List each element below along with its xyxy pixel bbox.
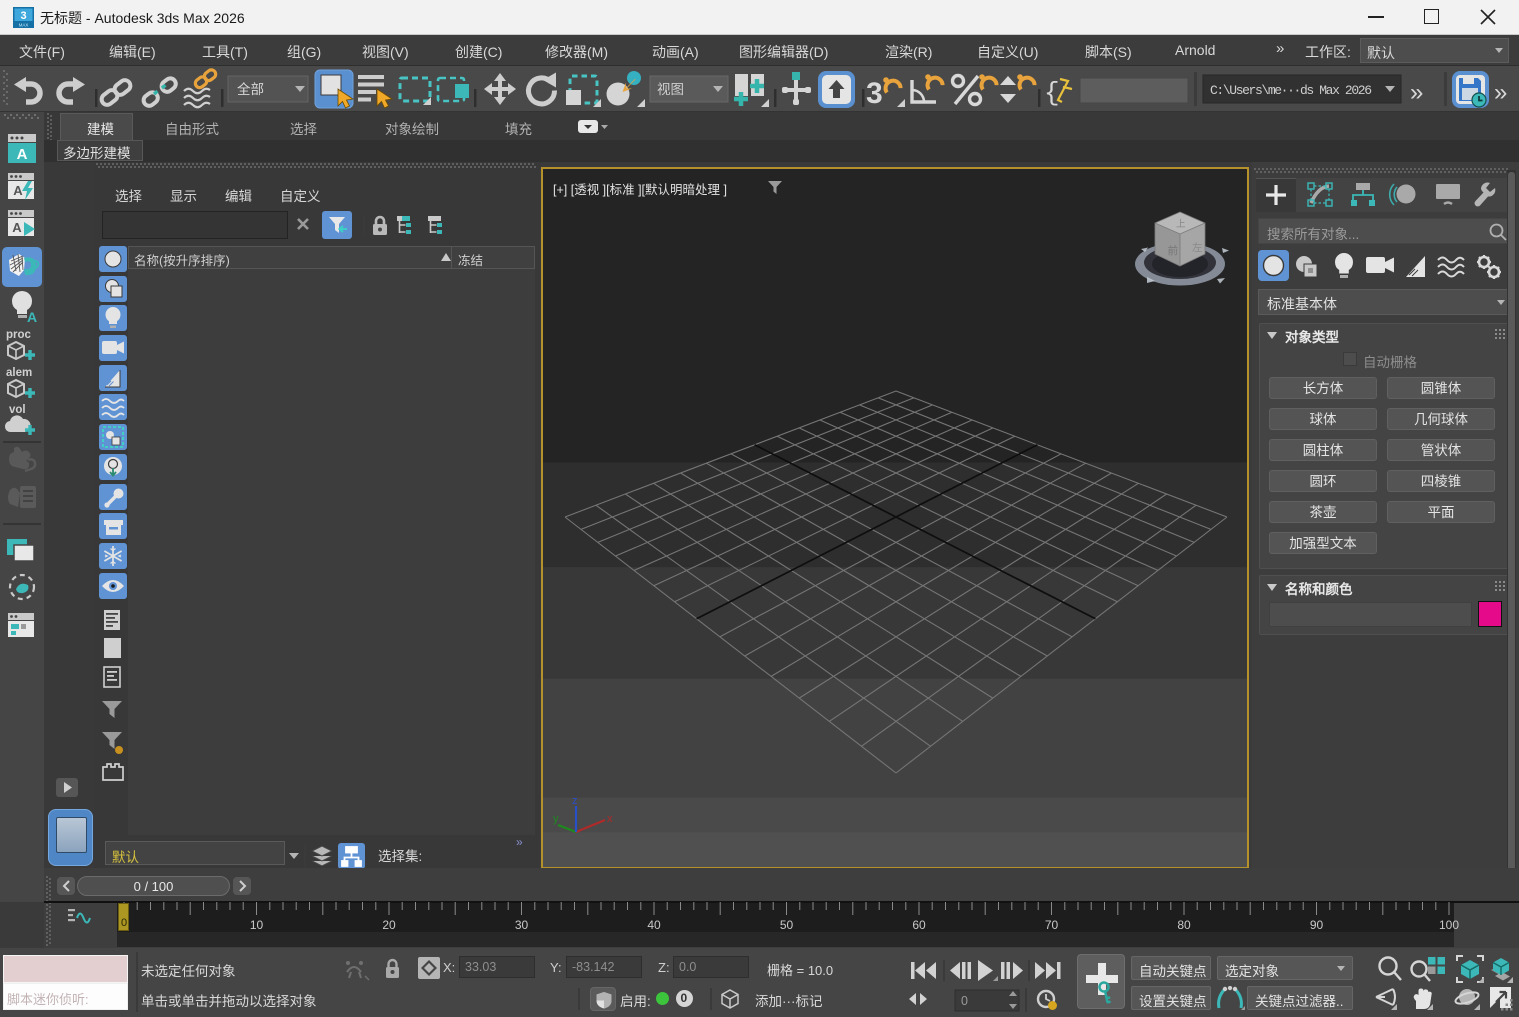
svg-text:A: A bbox=[12, 220, 22, 235]
svg-text:alem: alem bbox=[6, 367, 32, 379]
svg-text:70: 70 bbox=[1045, 918, 1059, 932]
svg-text:60: 60 bbox=[912, 918, 926, 932]
svg-text:{: { bbox=[1044, 78, 1060, 108]
svg-text:前: 前 bbox=[1168, 244, 1179, 257]
svg-text:3: 3 bbox=[20, 10, 26, 22]
svg-text:vol: vol bbox=[9, 404, 26, 416]
svg-text:选择集:: 选择集: bbox=[378, 849, 422, 864]
svg-text:A: A bbox=[27, 309, 37, 325]
svg-text:全部: 全部 bbox=[237, 81, 264, 97]
svg-text:z: z bbox=[572, 795, 578, 807]
svg-text:视图: 视图 bbox=[657, 82, 684, 97]
svg-text:20: 20 bbox=[382, 918, 396, 932]
svg-text:30: 30 bbox=[515, 918, 529, 932]
svg-text:proc: proc bbox=[6, 329, 32, 341]
svg-text:MAX: MAX bbox=[19, 22, 29, 27]
svg-text:50: 50 bbox=[780, 918, 794, 932]
svg-text:90: 90 bbox=[1310, 918, 1324, 932]
svg-text:100: 100 bbox=[1439, 918, 1459, 932]
svg-text:y: y bbox=[553, 813, 559, 825]
svg-text:3: 3 bbox=[866, 77, 883, 110]
svg-text:10: 10 bbox=[250, 918, 264, 932]
svg-text:»: » bbox=[1410, 79, 1423, 106]
svg-text:C:\Users\me···ds Max 2026: C:\Users\me···ds Max 2026 bbox=[1210, 83, 1372, 98]
svg-text:»: » bbox=[1494, 79, 1507, 106]
svg-text:40: 40 bbox=[647, 918, 661, 932]
svg-text:x: x bbox=[607, 813, 613, 825]
svg-text:A: A bbox=[13, 183, 23, 198]
svg-text:上: 上 bbox=[1176, 219, 1186, 230]
svg-text:80: 80 bbox=[1177, 918, 1191, 932]
svg-text:左: 左 bbox=[1192, 241, 1203, 254]
svg-text:0: 0 bbox=[961, 994, 968, 1008]
svg-text:A: A bbox=[17, 146, 28, 163]
